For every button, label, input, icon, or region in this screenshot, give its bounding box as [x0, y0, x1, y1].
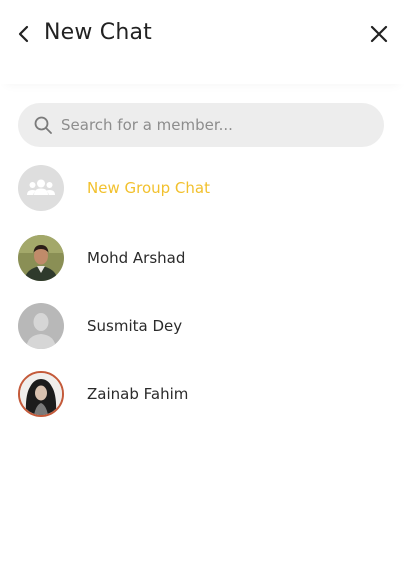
- user-icon: [26, 313, 56, 349]
- member-name: Mohd Arshad: [87, 249, 186, 267]
- back-button[interactable]: [12, 22, 36, 46]
- member-item[interactable]: Susmita Dey: [18, 303, 388, 349]
- close-icon: [370, 25, 388, 43]
- search-input[interactable]: [61, 116, 361, 134]
- member-name: Zainab Fahim: [87, 385, 189, 403]
- close-button[interactable]: [367, 22, 391, 46]
- avatar: [18, 371, 64, 417]
- group-icon: [27, 179, 55, 195]
- search-icon: [33, 115, 53, 135]
- default-user-avatar: [18, 303, 64, 349]
- chevron-left-icon: [18, 25, 29, 43]
- member-item[interactable]: Zainab Fahim: [18, 371, 388, 417]
- group-avatar: [18, 165, 64, 211]
- new-group-chat-button[interactable]: New Group Chat: [18, 165, 388, 211]
- new-chat-screen: New Chat New Group Ch: [0, 0, 405, 573]
- page-title: New Chat: [44, 20, 152, 45]
- header: New Chat: [0, 0, 405, 84]
- member-item[interactable]: Mohd Arshad: [18, 235, 388, 281]
- avatar: [18, 235, 64, 281]
- new-group-chat-label: New Group Chat: [87, 179, 210, 197]
- member-name: Susmita Dey: [87, 317, 183, 335]
- search-bar[interactable]: [18, 103, 384, 147]
